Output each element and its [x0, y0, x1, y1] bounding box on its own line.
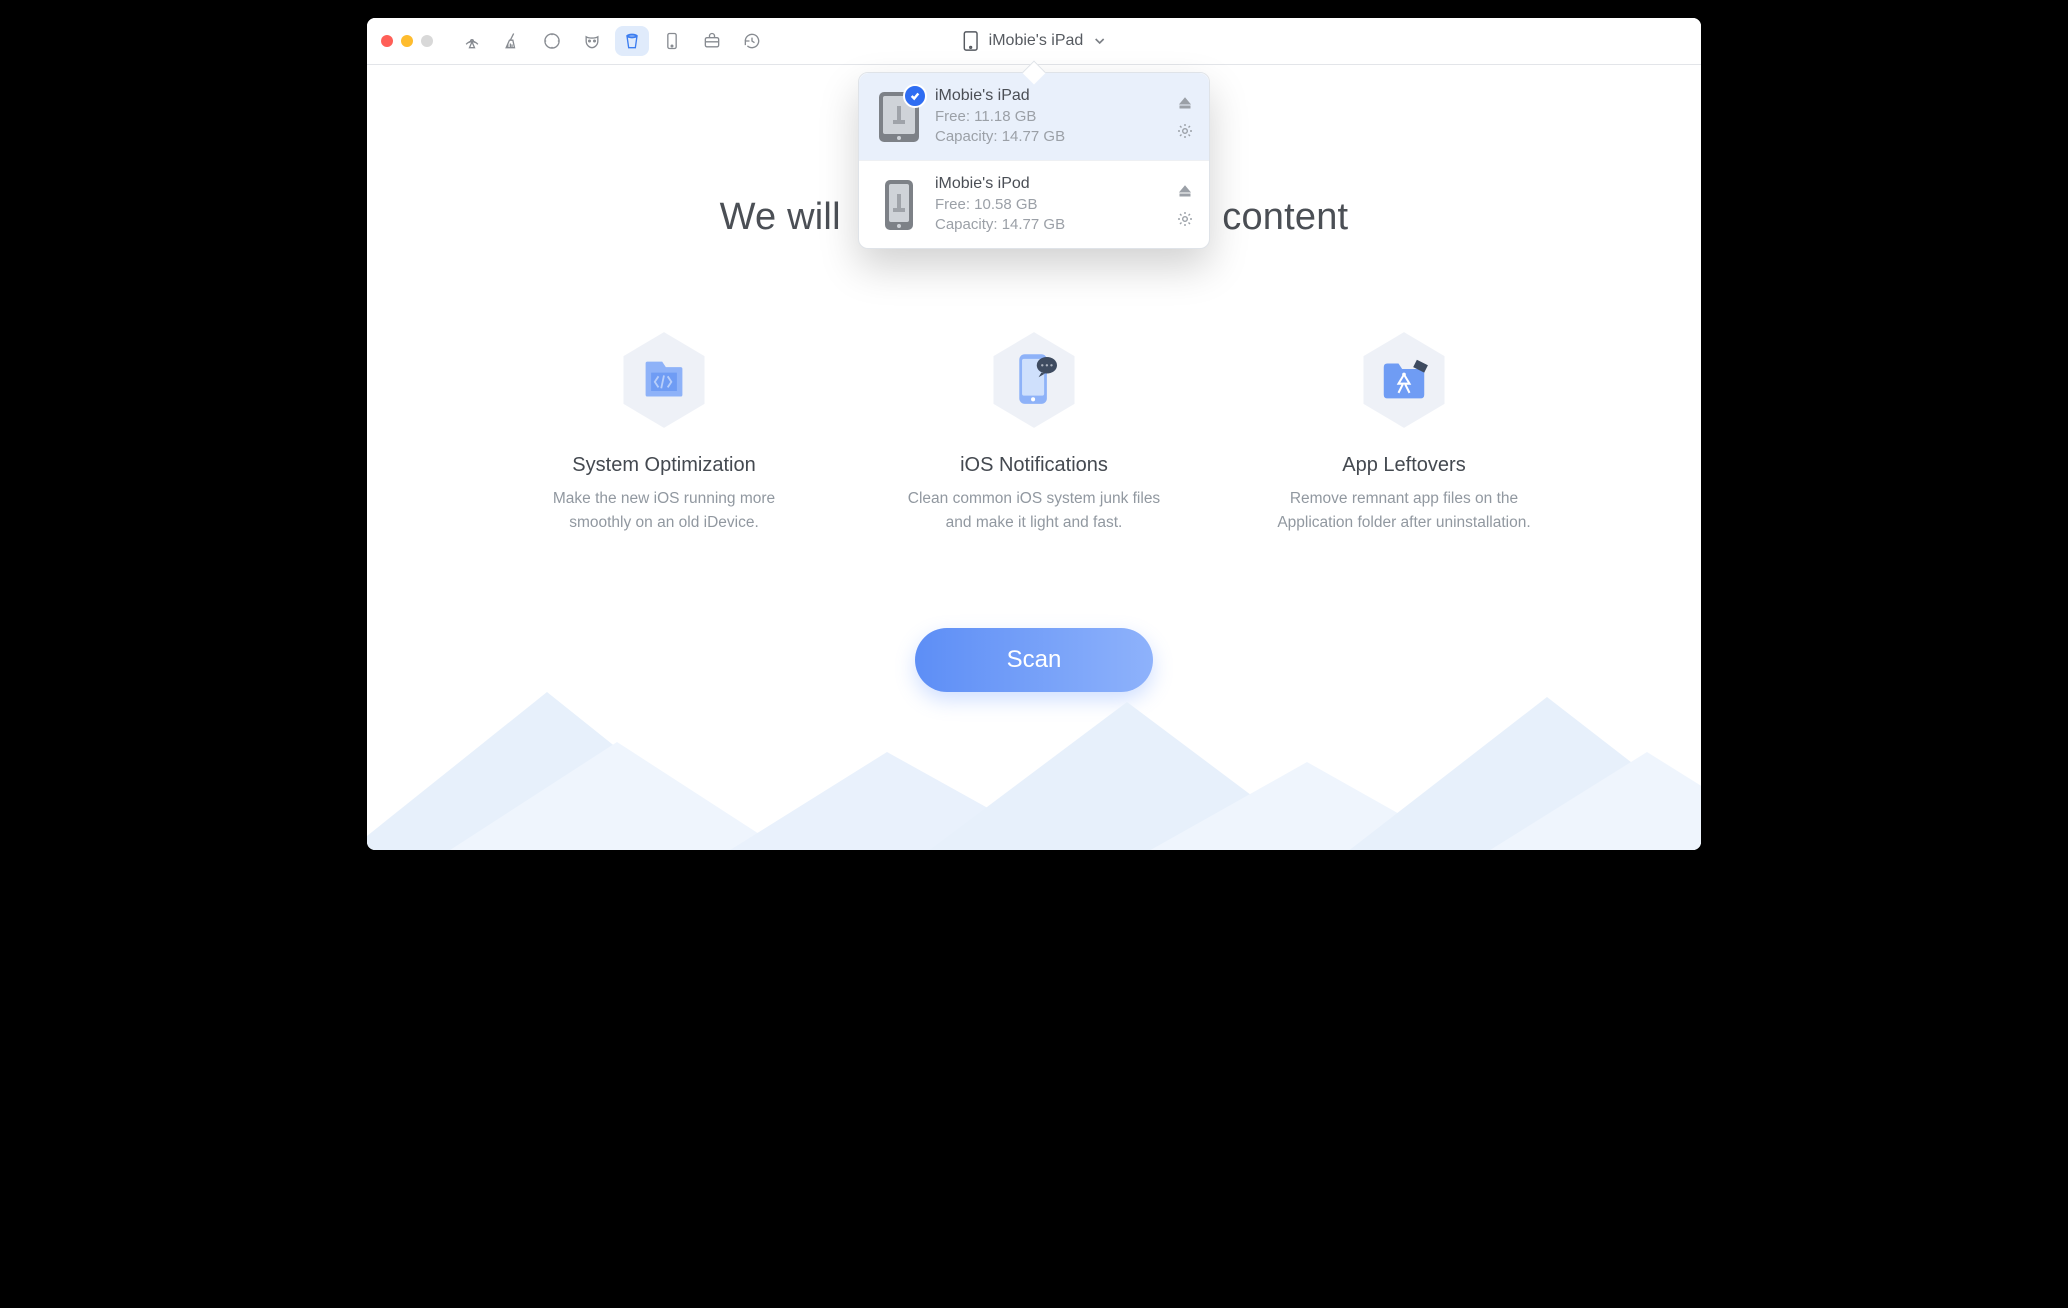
device-selector[interactable]: iMobie's iPad [963, 31, 1106, 51]
device-name: iMobie's iPod [935, 175, 1163, 193]
gear-icon[interactable] [1177, 123, 1193, 139]
card-desc: Make the new iOS running more smoothly o… [524, 487, 804, 535]
bucket-icon[interactable] [615, 26, 649, 56]
ipad-icon [963, 31, 979, 51]
card-desc: Remove remnant app files on the Applicat… [1264, 487, 1544, 535]
compass-icon[interactable] [535, 26, 569, 56]
zoom-window-button[interactable] [421, 35, 433, 47]
device-option-ipod[interactable]: iMobie's iPod Free: 10.58 GB Capacity: 1… [859, 160, 1209, 248]
ipad-device-icon [877, 90, 921, 144]
ipod-device-icon [877, 178, 921, 232]
device-icon[interactable] [655, 26, 689, 56]
scan-button-label: Scan [1007, 646, 1062, 674]
mask-icon[interactable] [575, 26, 609, 56]
device-free: Free: 10.58 GB [935, 195, 1163, 215]
card-title: iOS Notifications [894, 454, 1174, 477]
phone-hex-icon [988, 328, 1080, 432]
card-ios-notifications[interactable]: iOS Notifications Clean common iOS syste… [894, 328, 1174, 535]
eject-icon[interactable] [1177, 95, 1193, 111]
feature-cards: System Optimization Make the new iOS run… [367, 328, 1701, 535]
card-app-leftovers[interactable]: App Leftovers Remove remnant app files o… [1264, 328, 1544, 535]
device-dropdown: iMobie's iPad Free: 11.18 GB Capacity: 1… [858, 72, 1210, 249]
device-selector-label: iMobie's iPad [989, 32, 1084, 50]
check-icon [903, 84, 927, 108]
device-option-ipad[interactable]: iMobie's iPad Free: 11.18 GB Capacity: 1… [859, 73, 1209, 160]
device-name: iMobie's iPad [935, 87, 1163, 105]
device-capacity: Capacity: 14.77 GB [935, 127, 1163, 147]
history-icon[interactable] [735, 26, 769, 56]
headline-suffix: content [1222, 196, 1348, 238]
background-mountains [367, 682, 1701, 850]
app-hex-icon [1358, 328, 1450, 432]
chevron-down-icon [1093, 35, 1105, 47]
minimize-window-button[interactable] [401, 35, 413, 47]
airdrop-icon[interactable] [455, 26, 489, 56]
card-desc: Clean common iOS system junk files and m… [894, 487, 1174, 535]
app-window: iMobie's iPad We will content iMobie's i… [367, 18, 1701, 850]
window-controls [381, 35, 433, 47]
card-system-optimization[interactable]: System Optimization Make the new iOS run… [524, 328, 804, 535]
toolbar-buttons [455, 26, 769, 56]
card-title: App Leftovers [1264, 454, 1544, 477]
toolbar: iMobie's iPad [367, 18, 1701, 65]
device-free: Free: 11.18 GB [935, 107, 1163, 127]
eject-icon[interactable] [1177, 183, 1193, 199]
device-option-info: iMobie's iPad Free: 11.18 GB Capacity: 1… [935, 87, 1163, 146]
folder-hex-icon [618, 328, 710, 432]
device-capacity: Capacity: 14.77 GB [935, 215, 1163, 235]
card-title: System Optimization [524, 454, 804, 477]
toolbox-icon[interactable] [695, 26, 729, 56]
gear-icon[interactable] [1177, 211, 1193, 227]
close-window-button[interactable] [381, 35, 393, 47]
broom-icon[interactable] [495, 26, 529, 56]
device-option-info: iMobie's iPod Free: 10.58 GB Capacity: 1… [935, 175, 1163, 234]
headline-prefix: We will [720, 196, 841, 238]
